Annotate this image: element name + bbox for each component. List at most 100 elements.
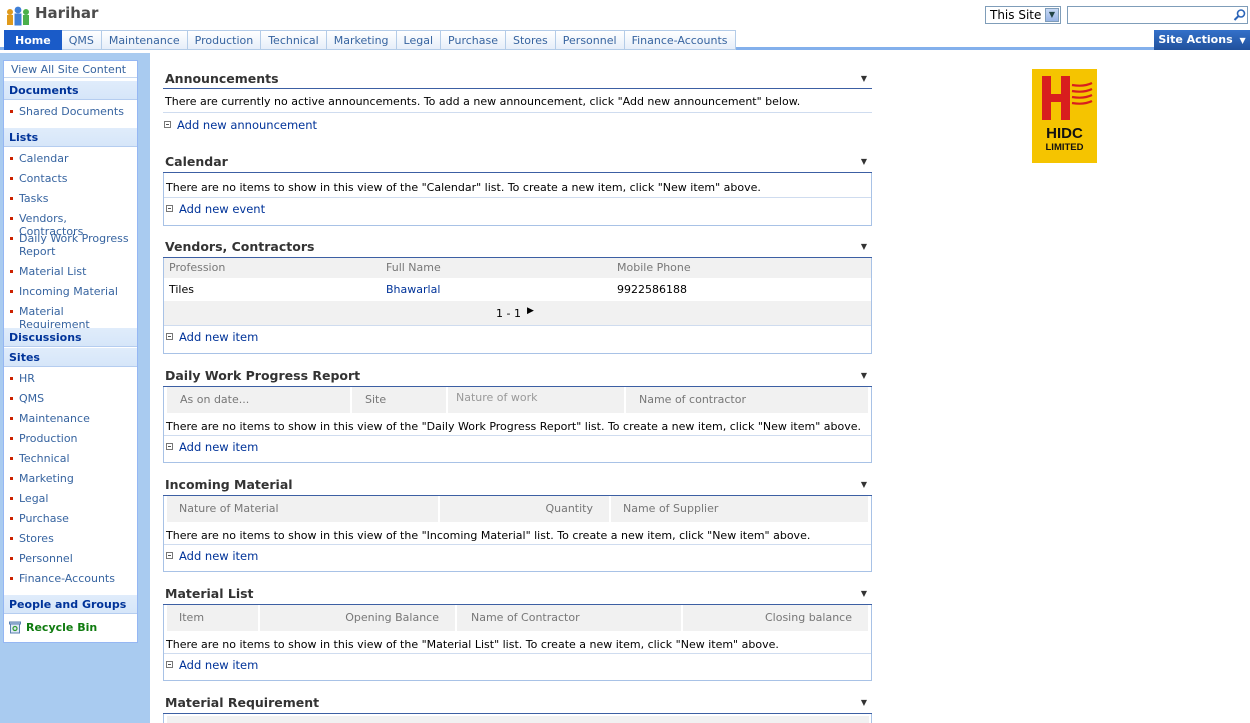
cell-full-name-link[interactable]: Bhawarlal [386, 283, 440, 296]
tab-finance-accounts[interactable]: Finance-Accounts [624, 30, 736, 50]
hidc-logo: HIDC LIMITED [1032, 69, 1097, 163]
ql-item-site-qms[interactable]: QMS [10, 392, 134, 405]
paging-label: 1 - 1 [496, 307, 521, 320]
search-button[interactable] [1232, 6, 1248, 24]
column-header-profession[interactable]: Profession [169, 261, 225, 274]
tab-technical[interactable]: Technical [261, 30, 327, 50]
ql-header-sites[interactable]: Sites [4, 348, 137, 367]
ql-item-site-legal[interactable]: Legal [10, 492, 134, 505]
ql-item-site-stores[interactable]: Stores [10, 532, 134, 545]
column-header-as-on-date[interactable]: As on date... [167, 387, 352, 413]
column-header-mobile-phone[interactable]: Mobile Phone [617, 261, 691, 274]
tab-legal[interactable]: Legal [396, 30, 442, 50]
ql-item-site-production[interactable]: Production [10, 432, 134, 445]
divider [164, 435, 871, 436]
ql-item-site-hr[interactable]: HR [10, 372, 134, 385]
webpart-menu-icon[interactable]: ▼ [861, 698, 867, 707]
search-input[interactable] [1067, 6, 1233, 24]
tab-personnel[interactable]: Personnel [555, 30, 625, 50]
divider [164, 325, 871, 326]
column-header-opening-balance[interactable]: Opening Balance [260, 605, 457, 631]
column-header-site[interactable]: Site [352, 387, 448, 413]
webpart-vendors-contractors: Vendors, Contractors ▼ Profession Full N… [163, 239, 872, 354]
ql-item-daily-work-progress-report[interactable]: Daily Work Progress Report [10, 232, 134, 258]
webpart-title-vendors[interactable]: Vendors, Contractors [165, 239, 314, 254]
column-header-name-of-contractor[interactable]: Name of contractor [626, 387, 870, 413]
webpart-title-incoming[interactable]: Incoming Material [165, 477, 293, 492]
column-header-quantity[interactable]: Quantity [440, 496, 611, 522]
tab-production[interactable]: Production [187, 30, 262, 50]
add-icon [164, 121, 171, 128]
ql-item-site-technical[interactable]: Technical [10, 452, 134, 465]
ql-item-incoming-material[interactable]: Incoming Material [10, 285, 134, 298]
column-header-name-of-supplier[interactable]: Name of Supplier [611, 496, 870, 522]
divider [164, 197, 871, 198]
hidc-logo-image: HIDC LIMITED [1032, 69, 1097, 163]
ql-item-calendar[interactable]: Calendar [10, 152, 134, 165]
add-new-item-label: Add new item [179, 549, 259, 563]
chevron-down-icon[interactable]: ▼ [1045, 8, 1059, 22]
webpart-title-material-requirement[interactable]: Material Requirement [165, 695, 319, 710]
add-new-incoming-link[interactable]: Add new item [166, 549, 258, 563]
column-header-closing-balance[interactable]: Closing balance [683, 605, 870, 631]
add-new-dwpr-link[interactable]: Add new item [166, 440, 258, 454]
webpart-body: As on date... Site Nature of work Name o… [163, 387, 872, 463]
tab-stores[interactable]: Stores [505, 30, 556, 50]
ql-item-contacts[interactable]: Contacts [10, 172, 134, 185]
ql-header-people-and-groups[interactable]: People and Groups [4, 595, 137, 614]
add-new-event-link[interactable]: Add new event [166, 202, 265, 216]
tab-qms[interactable]: QMS [61, 30, 102, 50]
webpart-menu-icon[interactable]: ▼ [861, 589, 867, 598]
search-icon [1233, 9, 1246, 21]
webpart-title-dwpr[interactable]: Daily Work Progress Report [165, 368, 360, 383]
webpart-menu-icon[interactable]: ▼ [861, 371, 867, 380]
webpart-menu-icon[interactable]: ▼ [861, 480, 867, 489]
column-header-nature-of-material[interactable]: Nature of Material [167, 496, 440, 522]
add-new-announcement-label: Add new announcement [177, 118, 318, 132]
add-new-material-link[interactable]: Add new item [166, 658, 258, 672]
add-new-item-label: Add new item [179, 330, 259, 344]
ql-item-site-personnel[interactable]: Personnel [10, 552, 134, 565]
column-header-full-name[interactable]: Full Name [386, 261, 441, 274]
search-scope-select[interactable]: This Site ▼ [985, 6, 1061, 24]
webpart-title-material-list[interactable]: Material List [165, 586, 254, 601]
webpart-body [163, 714, 872, 723]
column-header-nature-of-work[interactable]: Nature of work [448, 387, 626, 413]
top-nav-tabs: Home QMS Maintenance Production Technica… [4, 30, 736, 50]
add-new-announcement-link[interactable]: Add new announcement [164, 118, 317, 132]
ql-item-material-list[interactable]: Material List [10, 265, 134, 278]
tab-home[interactable]: Home [4, 30, 62, 50]
ql-header-documents[interactable]: Documents [4, 81, 137, 100]
webpart-title-announcements[interactable]: Announcements [165, 71, 279, 86]
site-actions-menu[interactable]: Site Actions ▼ [1154, 30, 1250, 50]
column-header-name-of-contractor[interactable]: Name of Contractor [457, 605, 683, 631]
webpart-menu-icon[interactable]: ▼ [861, 157, 867, 166]
ql-item-site-marketing[interactable]: Marketing [10, 472, 134, 485]
webpart-material-requirement: Material Requirement ▼ [163, 695, 872, 723]
tab-purchase[interactable]: Purchase [441, 30, 506, 50]
divider [163, 112, 872, 113]
chevron-down-icon: ▼ [1239, 36, 1246, 45]
add-icon [166, 552, 173, 559]
ql-item-site-maintenance[interactable]: Maintenance [10, 412, 134, 425]
ql-item-site-finance-accounts[interactable]: Finance-Accounts [10, 572, 134, 585]
add-new-vendor-link[interactable]: Add new item [166, 330, 258, 344]
header: Harihar This Site ▼ [0, 0, 1250, 30]
webpart-body: Item Opening Balance Name of Contractor … [163, 605, 872, 681]
webpart-menu-icon[interactable]: ▼ [861, 74, 867, 83]
webpart-title-calendar[interactable]: Calendar [165, 154, 228, 169]
ql-item-tasks[interactable]: Tasks [10, 192, 134, 205]
tab-maintenance[interactable]: Maintenance [101, 30, 188, 50]
site-people-icon[interactable] [5, 5, 31, 27]
ql-item-shared-documents[interactable]: Shared Documents [10, 105, 134, 118]
ql-header-lists[interactable]: Lists [4, 128, 137, 147]
column-header-item[interactable]: Item [167, 605, 260, 631]
next-page-icon[interactable]: ▶ [527, 306, 534, 316]
view-all-site-content-link[interactable]: View All Site Content [4, 61, 137, 78]
recycle-bin-link[interactable]: Recycle Bin [9, 621, 97, 634]
ql-item-site-purchase[interactable]: Purchase [10, 512, 134, 525]
tab-marketing[interactable]: Marketing [326, 30, 397, 50]
ql-header-discussions[interactable]: Discussions [4, 328, 137, 347]
webpart-menu-icon[interactable]: ▼ [861, 242, 867, 251]
site-title[interactable]: Harihar [35, 4, 98, 22]
